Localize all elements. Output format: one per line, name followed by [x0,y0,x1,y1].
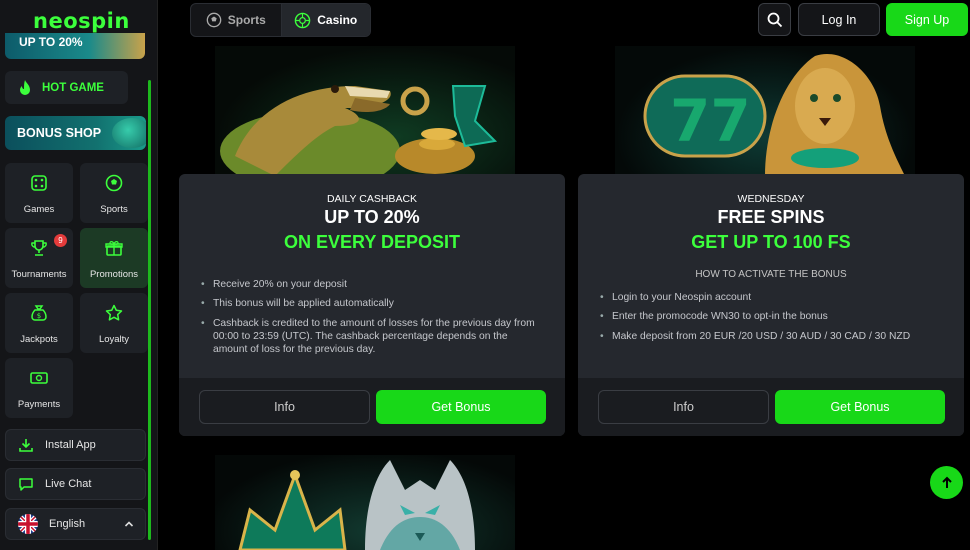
trophy-icon [31,240,47,256]
scroll-to-top-button[interactable] [930,466,963,499]
live-chat-button[interactable]: Live Chat [5,468,146,500]
sidebar-item-label: Promotions [89,269,139,280]
info-button[interactable]: Info [199,390,370,424]
bonus-card-free-spins: WEDNESDAY FREE SPINS GET UP TO 100 FS HO… [578,174,964,436]
sidebar-item-promotions[interactable]: Promotions [80,228,148,288]
promo-banner[interactable]: UP TO 20% [5,33,145,59]
card-kicker: WEDNESDAY [737,193,805,205]
login-button[interactable]: Log In [798,3,880,36]
sidebar-item-loyalty[interactable]: Loyalty [80,293,148,353]
sidebar-item-label: Jackpots [20,334,58,345]
sidebar: neospin UP TO 20% HOT GAME BONUS SHOP Ga… [0,0,158,550]
install-app-label: Install App [45,439,96,451]
leopard-illustration: 77 [643,54,905,176]
top-header: Sports Casino Log In Sign Up [158,0,970,42]
tab-casino-label: Casino [317,13,358,27]
sidebar-item-games[interactable]: Games [5,163,73,223]
sidebar-item-jackpots[interactable]: $ Jackpots [5,293,73,353]
promo-banner-label: UP TO 20% [19,35,83,49]
list-item: This bonus will be applied automatically [201,297,543,311]
search-icon [767,12,782,27]
gift-icon [105,241,123,256]
crocodile-illustration [220,85,498,176]
search-button[interactable] [758,3,791,36]
sidebar-item-payments[interactable]: Payments [5,358,73,418]
flame-icon [20,79,30,95]
sidebar-item-label: Tournaments [11,269,67,280]
sidebar-scrollbar[interactable] [148,80,151,540]
hot-game-label: HOT GAME [42,81,104,94]
tournaments-count-badge: 9 [54,234,67,247]
language-label: English [49,518,86,530]
svg-text:77: 77 [670,87,751,155]
sidebar-item-label: Loyalty [98,334,130,345]
card-kicker: DAILY CASHBACK [326,193,418,205]
card-headline: FREE SPINS [717,207,825,227]
wolf-promo-artwork [215,455,515,550]
svg-text:$: $ [37,312,41,320]
roulette-icon [294,12,311,28]
crocodile-promo-artwork [215,46,515,176]
get-bonus-button[interactable]: Get Bonus [376,390,546,424]
list-item: Make deposit from 20 EUR /20 USD / 30 AU… [600,330,942,344]
language-selector[interactable]: English [5,508,146,540]
sidebar-item-sports[interactable]: Sports [80,163,148,223]
download-icon [19,439,33,452]
cash-icon [30,372,48,384]
list-item: Receive 20% on your deposit [201,278,543,292]
sidebar-item-label: Sports [100,204,128,215]
dice-icon [31,175,47,191]
chevron-up-icon [124,521,134,527]
wolf-illustration [238,460,475,550]
install-app-button[interactable]: Install App [5,429,146,461]
live-chat-label: Live Chat [45,478,92,490]
card-headline: UP TO 20% [324,207,420,227]
list-item: Cashback is credited to the amount of lo… [201,317,543,357]
list-item: Login to your Neospin account [600,291,942,305]
signup-button[interactable]: Sign Up [886,3,968,36]
tab-sports[interactable]: Sports [191,4,281,36]
leopard-promo-artwork: 77 [615,46,915,176]
arrow-up-icon [941,476,952,488]
bonus-shop-button[interactable]: BONUS SHOP [5,116,146,150]
card-accent-headline: ON EVERY DEPOSIT [283,232,461,252]
card-terms-list: Login to your Neospin account Enter the … [600,291,942,349]
star-icon [105,304,123,321]
list-item: Enter the promocode WN30 to opt-in the b… [600,310,942,324]
card-howto-heading: HOW TO ACTIVATE THE BONUS [695,269,847,280]
money-bag-icon: $ [31,305,47,321]
info-button[interactable]: Info [598,390,769,424]
uk-flag-icon [18,514,38,534]
soccer-ball-icon [105,174,123,192]
soccer-ball-icon [206,12,222,28]
tab-casino[interactable]: Casino [280,4,370,36]
get-bonus-button[interactable]: Get Bonus [775,390,945,424]
sidebar-item-label: Games [23,204,55,215]
chat-icon [19,478,33,491]
section-tabs: Sports Casino [190,3,371,37]
sidebar-item-label: Payments [17,399,61,410]
tab-sports-label: Sports [227,13,266,27]
bonus-shop-illustration [112,118,146,148]
card-accent-headline: GET UP TO 100 FS [691,232,851,252]
bonus-shop-label: BONUS SHOP [17,126,102,140]
hot-game-button[interactable]: HOT GAME [5,71,128,104]
sidebar-item-tournaments[interactable]: 9 Tournaments [5,228,73,288]
bonus-card-cashback: DAILY CASHBACK UP TO 20% ON EVERY DEPOSI… [179,174,565,436]
card-terms-list: Receive 20% on your deposit This bonus w… [201,278,543,362]
neospin-logo[interactable]: neospin [33,9,130,33]
